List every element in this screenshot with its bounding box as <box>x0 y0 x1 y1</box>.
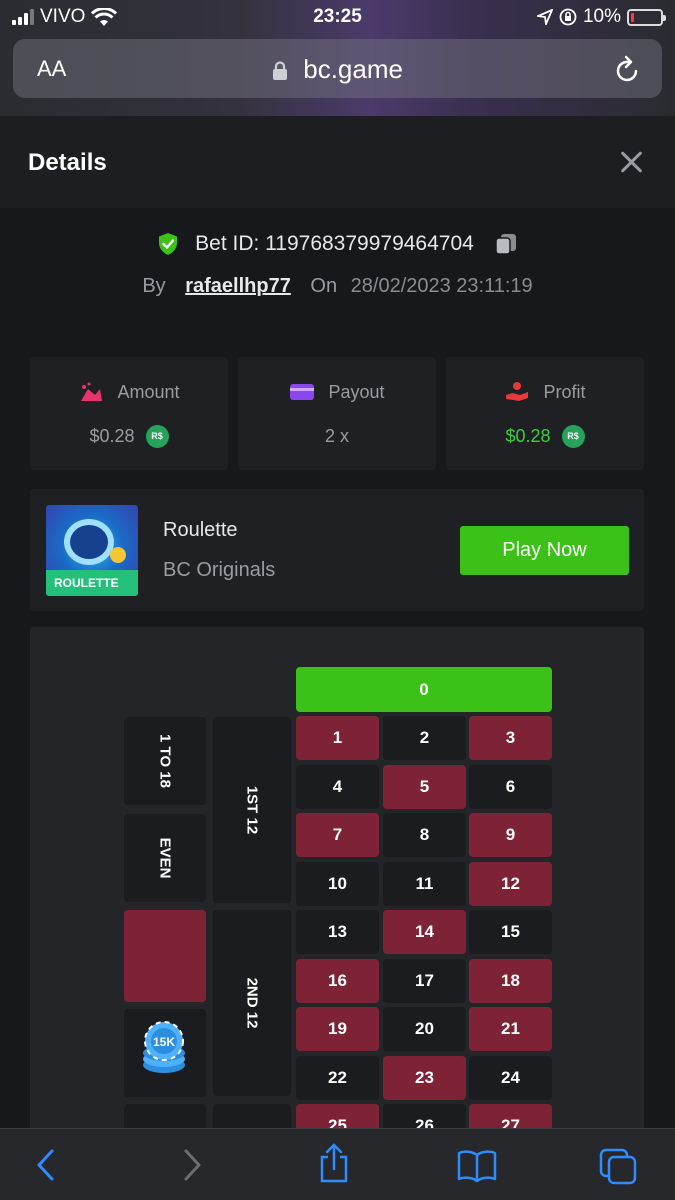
roulette-table: 0 1 2 3 4 5 6 7 8 9 10 11 12 13 14 15 16 17 18 19 20 21 22 23 24… <box>30 627 644 1147</box>
page-title: Details <box>28 149 107 176</box>
bet-id: Bet ID: 119768379979464704 <box>195 232 474 256</box>
play-now-button[interactable]: Play Now <box>460 526 629 575</box>
copy-icon[interactable] <box>494 232 518 256</box>
number-cell-8[interactable]: 8 <box>383 813 466 857</box>
payout-label: Payout <box>328 381 385 402</box>
profit-label: Profit <box>543 381 586 402</box>
username-link[interactable]: rafaellhp77 <box>185 275 291 297</box>
reload-icon[interactable] <box>614 54 642 84</box>
bookmarks-icon[interactable] <box>456 1147 498 1183</box>
on-label: On <box>310 275 338 297</box>
details-header: Details <box>0 116 675 208</box>
payout-card: Payout 2 x <box>238 357 436 470</box>
bet-1st-12[interactable]: 1ST 12 <box>213 717 291 903</box>
location-icon <box>536 9 553 25</box>
game-thumbnail[interactable]: ROULETTE <box>46 505 138 596</box>
payout-icon <box>290 384 315 401</box>
chip-15k-icon: 15K <box>143 1021 185 1073</box>
bet-1-to-18[interactable]: 1 TO 18 <box>124 717 206 805</box>
number-cell-1[interactable]: 1 <box>296 716 379 760</box>
chip-label: 15K <box>153 1035 175 1049</box>
number-cell-0[interactable]: 0 <box>296 667 552 712</box>
number-cell-6[interactable]: 6 <box>469 765 552 809</box>
number-cell-12[interactable]: 12 <box>469 862 552 906</box>
game-provider: BC Originals <box>163 559 276 581</box>
lock-icon <box>273 61 288 81</box>
amount-value: $0.28 <box>89 426 135 446</box>
number-cell-24[interactable]: 24 <box>469 1056 552 1100</box>
browser-chrome: VIVO 23:25 10% AA bc.game <box>0 0 675 116</box>
number-cell-11[interactable]: 11 <box>383 862 466 906</box>
url-field[interactable]: bc.game <box>13 54 662 85</box>
verified-shield-icon <box>159 233 178 256</box>
browser-toolbar <box>0 1128 675 1200</box>
roulette-wheel-icon <box>64 519 114 565</box>
currency-badge: R$ <box>561 425 585 448</box>
close-icon[interactable] <box>619 150 643 174</box>
number-cell-10[interactable]: 10 <box>296 862 379 906</box>
number-cell-2[interactable]: 2 <box>383 716 466 760</box>
bet-datetime: 28/02/2023 23:11:19 <box>350 275 533 297</box>
profit-card: Profit $0.28 R$ <box>446 357 644 470</box>
number-cell-13[interactable]: 13 <box>296 910 379 954</box>
share-icon[interactable] <box>316 1143 352 1183</box>
number-cell-4[interactable]: 4 <box>296 765 379 809</box>
bet-author-row: By rafaellhp77 On 28/02/2023 23:11:19 <box>0 275 675 298</box>
number-cell-22[interactable]: 22 <box>296 1056 379 1100</box>
number-cell-5[interactable]: 5 <box>383 765 466 809</box>
status-bar: VIVO 23:25 10% <box>0 0 675 34</box>
number-cell-21[interactable]: 21 <box>469 1007 552 1051</box>
number-cell-19[interactable]: 19 <box>296 1007 379 1051</box>
bet-id-row: Bet ID: 119768379979464704 <box>0 232 675 256</box>
number-cell-7[interactable]: 7 <box>296 813 379 857</box>
tabs-icon[interactable] <box>598 1147 640 1185</box>
number-cell-9[interactable]: 9 <box>469 813 552 857</box>
orientation-lock-icon <box>559 8 577 26</box>
coin-icon <box>110 547 126 563</box>
thumbnail-label: ROULETTE <box>54 576 119 590</box>
battery-percent: 10% <box>582 6 621 27</box>
number-cell-14[interactable]: 14 <box>383 910 466 954</box>
profit-icon <box>506 382 529 402</box>
bet-red[interactable] <box>124 910 206 1002</box>
battery-icon <box>627 8 666 26</box>
profit-value: $0.28 <box>505 426 551 446</box>
back-icon[interactable] <box>34 1147 58 1183</box>
bet-even[interactable]: EVEN <box>124 814 206 902</box>
number-cell-23[interactable]: 23 <box>383 1056 466 1100</box>
number-cell-15[interactable]: 15 <box>469 910 552 954</box>
currency-badge: R$ <box>145 425 169 448</box>
number-cell-20[interactable]: 20 <box>383 1007 466 1051</box>
number-cell-17[interactable]: 17 <box>383 959 466 1003</box>
address-bar[interactable]: AA bc.game <box>13 39 662 98</box>
number-cell-16[interactable]: 16 <box>296 959 379 1003</box>
amount-card: Amount $0.28 R$ <box>30 357 228 470</box>
forward-icon[interactable] <box>180 1147 204 1183</box>
amount-icon <box>81 382 103 402</box>
by-label: By <box>142 275 166 297</box>
bet-2nd-12[interactable]: 2ND 12 <box>213 910 291 1096</box>
number-cell-18[interactable]: 18 <box>469 959 552 1003</box>
game-name: Roulette <box>163 519 238 541</box>
number-cell-3[interactable]: 3 <box>469 716 552 760</box>
payout-value: 2 x <box>324 425 349 446</box>
bet-black[interactable]: 15K <box>124 1009 206 1097</box>
amount-label: Amount <box>117 381 180 402</box>
game-card: ROULETTE Roulette BC Originals Play Now <box>30 489 644 611</box>
url-text: bc.game <box>303 54 403 84</box>
